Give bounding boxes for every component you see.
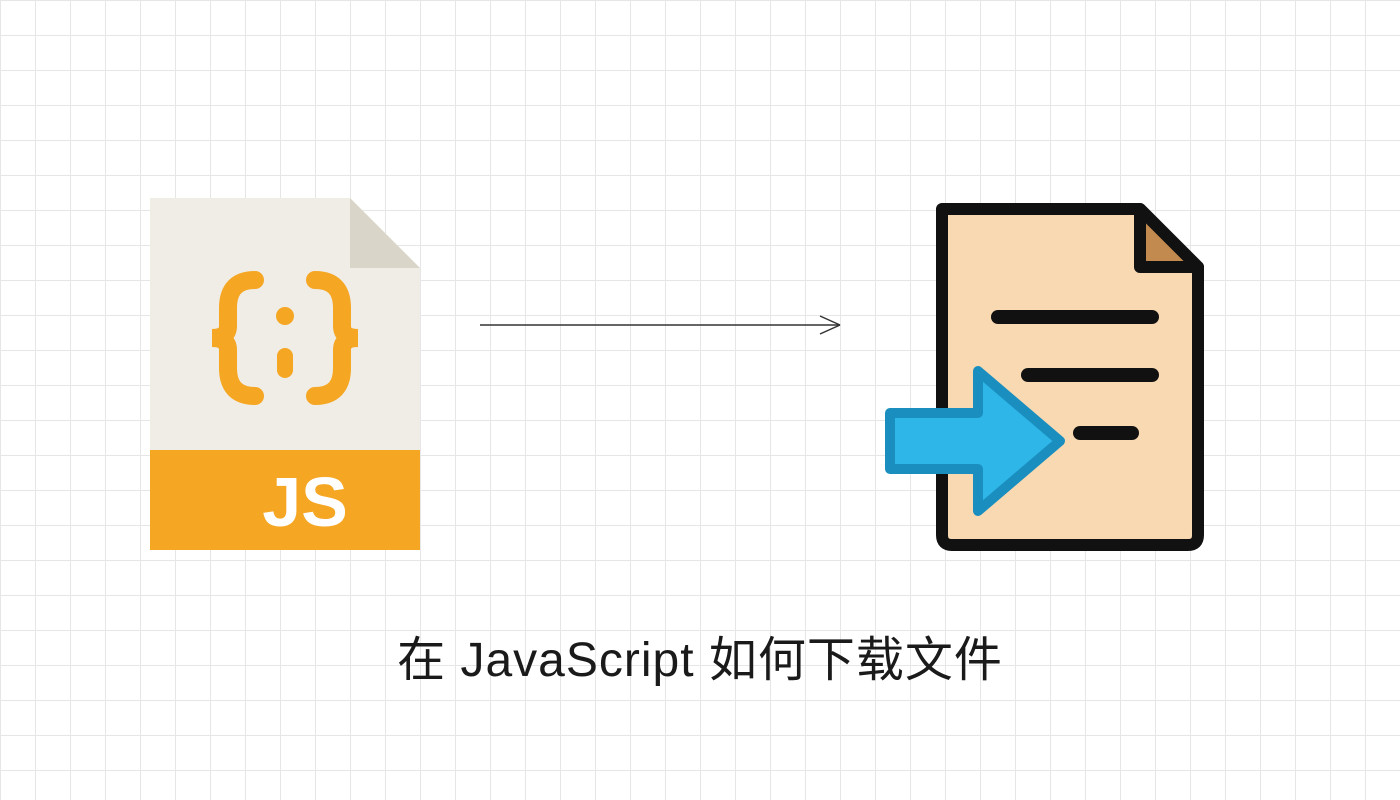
diagram-stage: JS 在 JavaScript 如何下载文件 [0, 0, 1400, 800]
svg-text:JS: JS [262, 463, 348, 541]
download-file-icon [870, 195, 1215, 555]
transition-arrow [480, 310, 860, 340]
diagram-title: 在 JavaScript 如何下载文件 [0, 620, 1400, 690]
js-file-icon: JS [150, 198, 420, 550]
